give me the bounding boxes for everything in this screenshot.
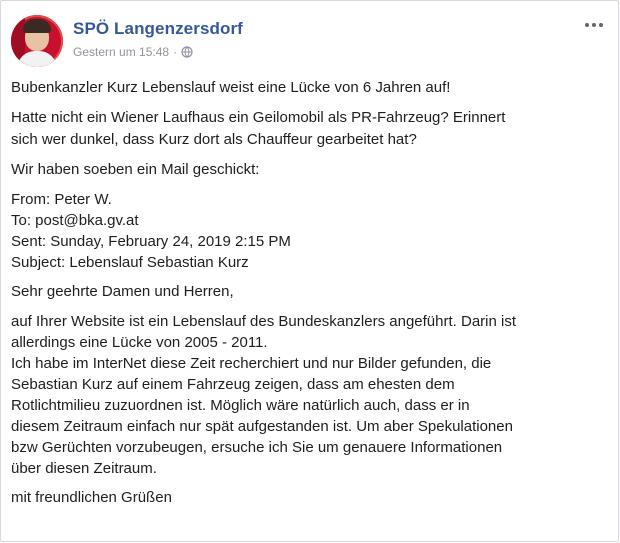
email-line-p2f: über diesen Zeitraum. [11,460,157,477]
email-to: To: post@bka.gv.at [11,212,139,229]
meta-separator: · [173,45,178,59]
email-line-p2d: diesem Zeitraum einfach nur spät aufgest… [11,418,513,435]
facebook-post-card: SPÖ Langenzersdorf Gestern um 15:48 · Bu… [0,0,619,542]
email-header-block: From: Peter W. To: post@bka.gv.at Sent: … [11,189,610,273]
page-name-link[interactable]: SPÖ Langenzersdorf [73,19,243,39]
email-from: From: Peter W. [11,191,112,208]
email-line-p2c: Rotlichtmilieu zuzuordnen ist. Möglich w… [11,397,470,414]
email-line-p1a: auf Ihrer Website ist ein Lebenslauf des… [11,313,517,330]
email-subject: Subject: Lebenslauf Sebastian Kurz [11,254,249,271]
more-options-icon[interactable] [582,17,606,33]
post-body: Bubenkanzler Kurz Lebenslauf weist eine … [11,77,610,517]
post-line-1: Bubenkanzler Kurz Lebenslauf weist eine … [11,79,451,96]
email-line-p2e: bzw Gerüchten vorzubeugen, ersuche ich S… [11,439,503,456]
email-line-p2b: Sebastian Kurz auf einem Fahrzeug zeigen… [11,376,455,393]
post-line-2a: Hatte nicht ein Wiener Laufhaus ein Geil… [11,109,506,126]
globe-icon[interactable] [181,46,193,58]
post-line-3: Wir haben soeben ein Mail geschickt: [11,161,260,178]
post-meta: Gestern um 15:48 · [73,45,193,59]
post-header: SPÖ Langenzersdorf Gestern um 15:48 · [11,13,608,69]
post-timestamp[interactable]: Gestern um 15:48 [73,45,169,59]
page-avatar[interactable] [11,15,63,67]
email-closing: mit freundlichen Grüßen [11,489,172,506]
post-paragraph-2: Hatte nicht ein Wiener Laufhaus ein Geil… [11,107,610,151]
avatar-hair [23,19,51,33]
email-greeting: Sehr geehrte Damen und Herren, [11,283,234,300]
email-body-block: auf Ihrer Website ist ein Lebenslauf des… [11,311,610,479]
email-line-p1b: allerdings eine Lücke von 2005 - 2011. [11,334,268,351]
email-line-p2a: Ich habe im InterNet diese Zeit recherch… [11,355,492,372]
post-line-2b: sich wer dunkel, dass Kurz dort als Chau… [11,131,417,148]
email-sent: Sent: Sunday, February 24, 2019 2:15 PM [11,233,291,250]
